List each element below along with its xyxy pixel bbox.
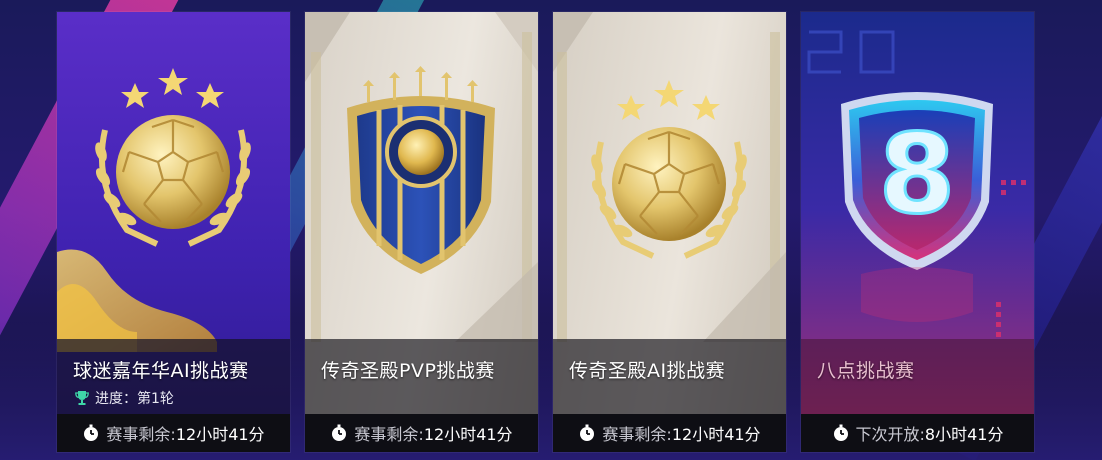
card-footer: 赛事剩余: 12小时41分 [553, 414, 786, 452]
footer-time: 12小时41分 [423, 425, 513, 444]
gold-football-badge-icon [95, 68, 251, 247]
progress-text: 进度：第1轮 [95, 391, 174, 407]
footer-label: 赛事剩余: [106, 425, 176, 444]
footer-label: 赛事剩余: [354, 425, 424, 444]
gold-football-badge-icon [591, 80, 747, 259]
footer-time: 12小时41分 [671, 425, 761, 444]
footer-time: 8小时41分 [924, 425, 1004, 444]
stopwatch-icon [84, 424, 99, 441]
challenge-card-eight-oclock[interactable]: 8 八点挑战赛 下次开放: 8小时41分 [801, 12, 1034, 452]
challenge-card-fan-carnival[interactable]: 球迷嘉年华AI挑战赛 进度：第1轮 赛事剩余: 12小时41分 [57, 12, 290, 452]
card-title: 球迷嘉年华AI挑战赛 [73, 360, 249, 382]
stopwatch-icon [833, 424, 848, 441]
trophy-icon [75, 391, 89, 405]
footer-label: 下次开放: [855, 425, 925, 444]
card-title: 八点挑战赛 [817, 360, 915, 382]
challenge-card-legend-pvp[interactable]: 传奇圣殿PVP挑战赛 赛事剩余: 12小时41分 [305, 12, 538, 452]
card-footer: 下次开放: 8小时41分 [801, 414, 1034, 452]
card-footer: 赛事剩余: 12小时41分 [305, 414, 538, 452]
footer-time: 12小时41分 [175, 425, 265, 444]
card-footer: 赛事剩余: 12小时41分 [57, 414, 290, 452]
stopwatch-icon [580, 424, 595, 441]
card-title: 传奇圣殿AI挑战赛 [569, 360, 726, 382]
stopwatch-icon [332, 424, 347, 441]
progress-row: 进度：第1轮 [75, 388, 174, 408]
card-title: 传奇圣殿PVP挑战赛 [321, 360, 495, 382]
neon-shield-8-icon: 8 [841, 92, 993, 270]
blue-gold-shield-crest-icon [347, 66, 495, 274]
challenge-card-legend-ai[interactable]: 传奇圣殿AI挑战赛 赛事剩余: 12小时41分 [553, 12, 786, 452]
footer-label: 赛事剩余: [602, 425, 672, 444]
number-8-glyph: 8 [879, 110, 956, 238]
